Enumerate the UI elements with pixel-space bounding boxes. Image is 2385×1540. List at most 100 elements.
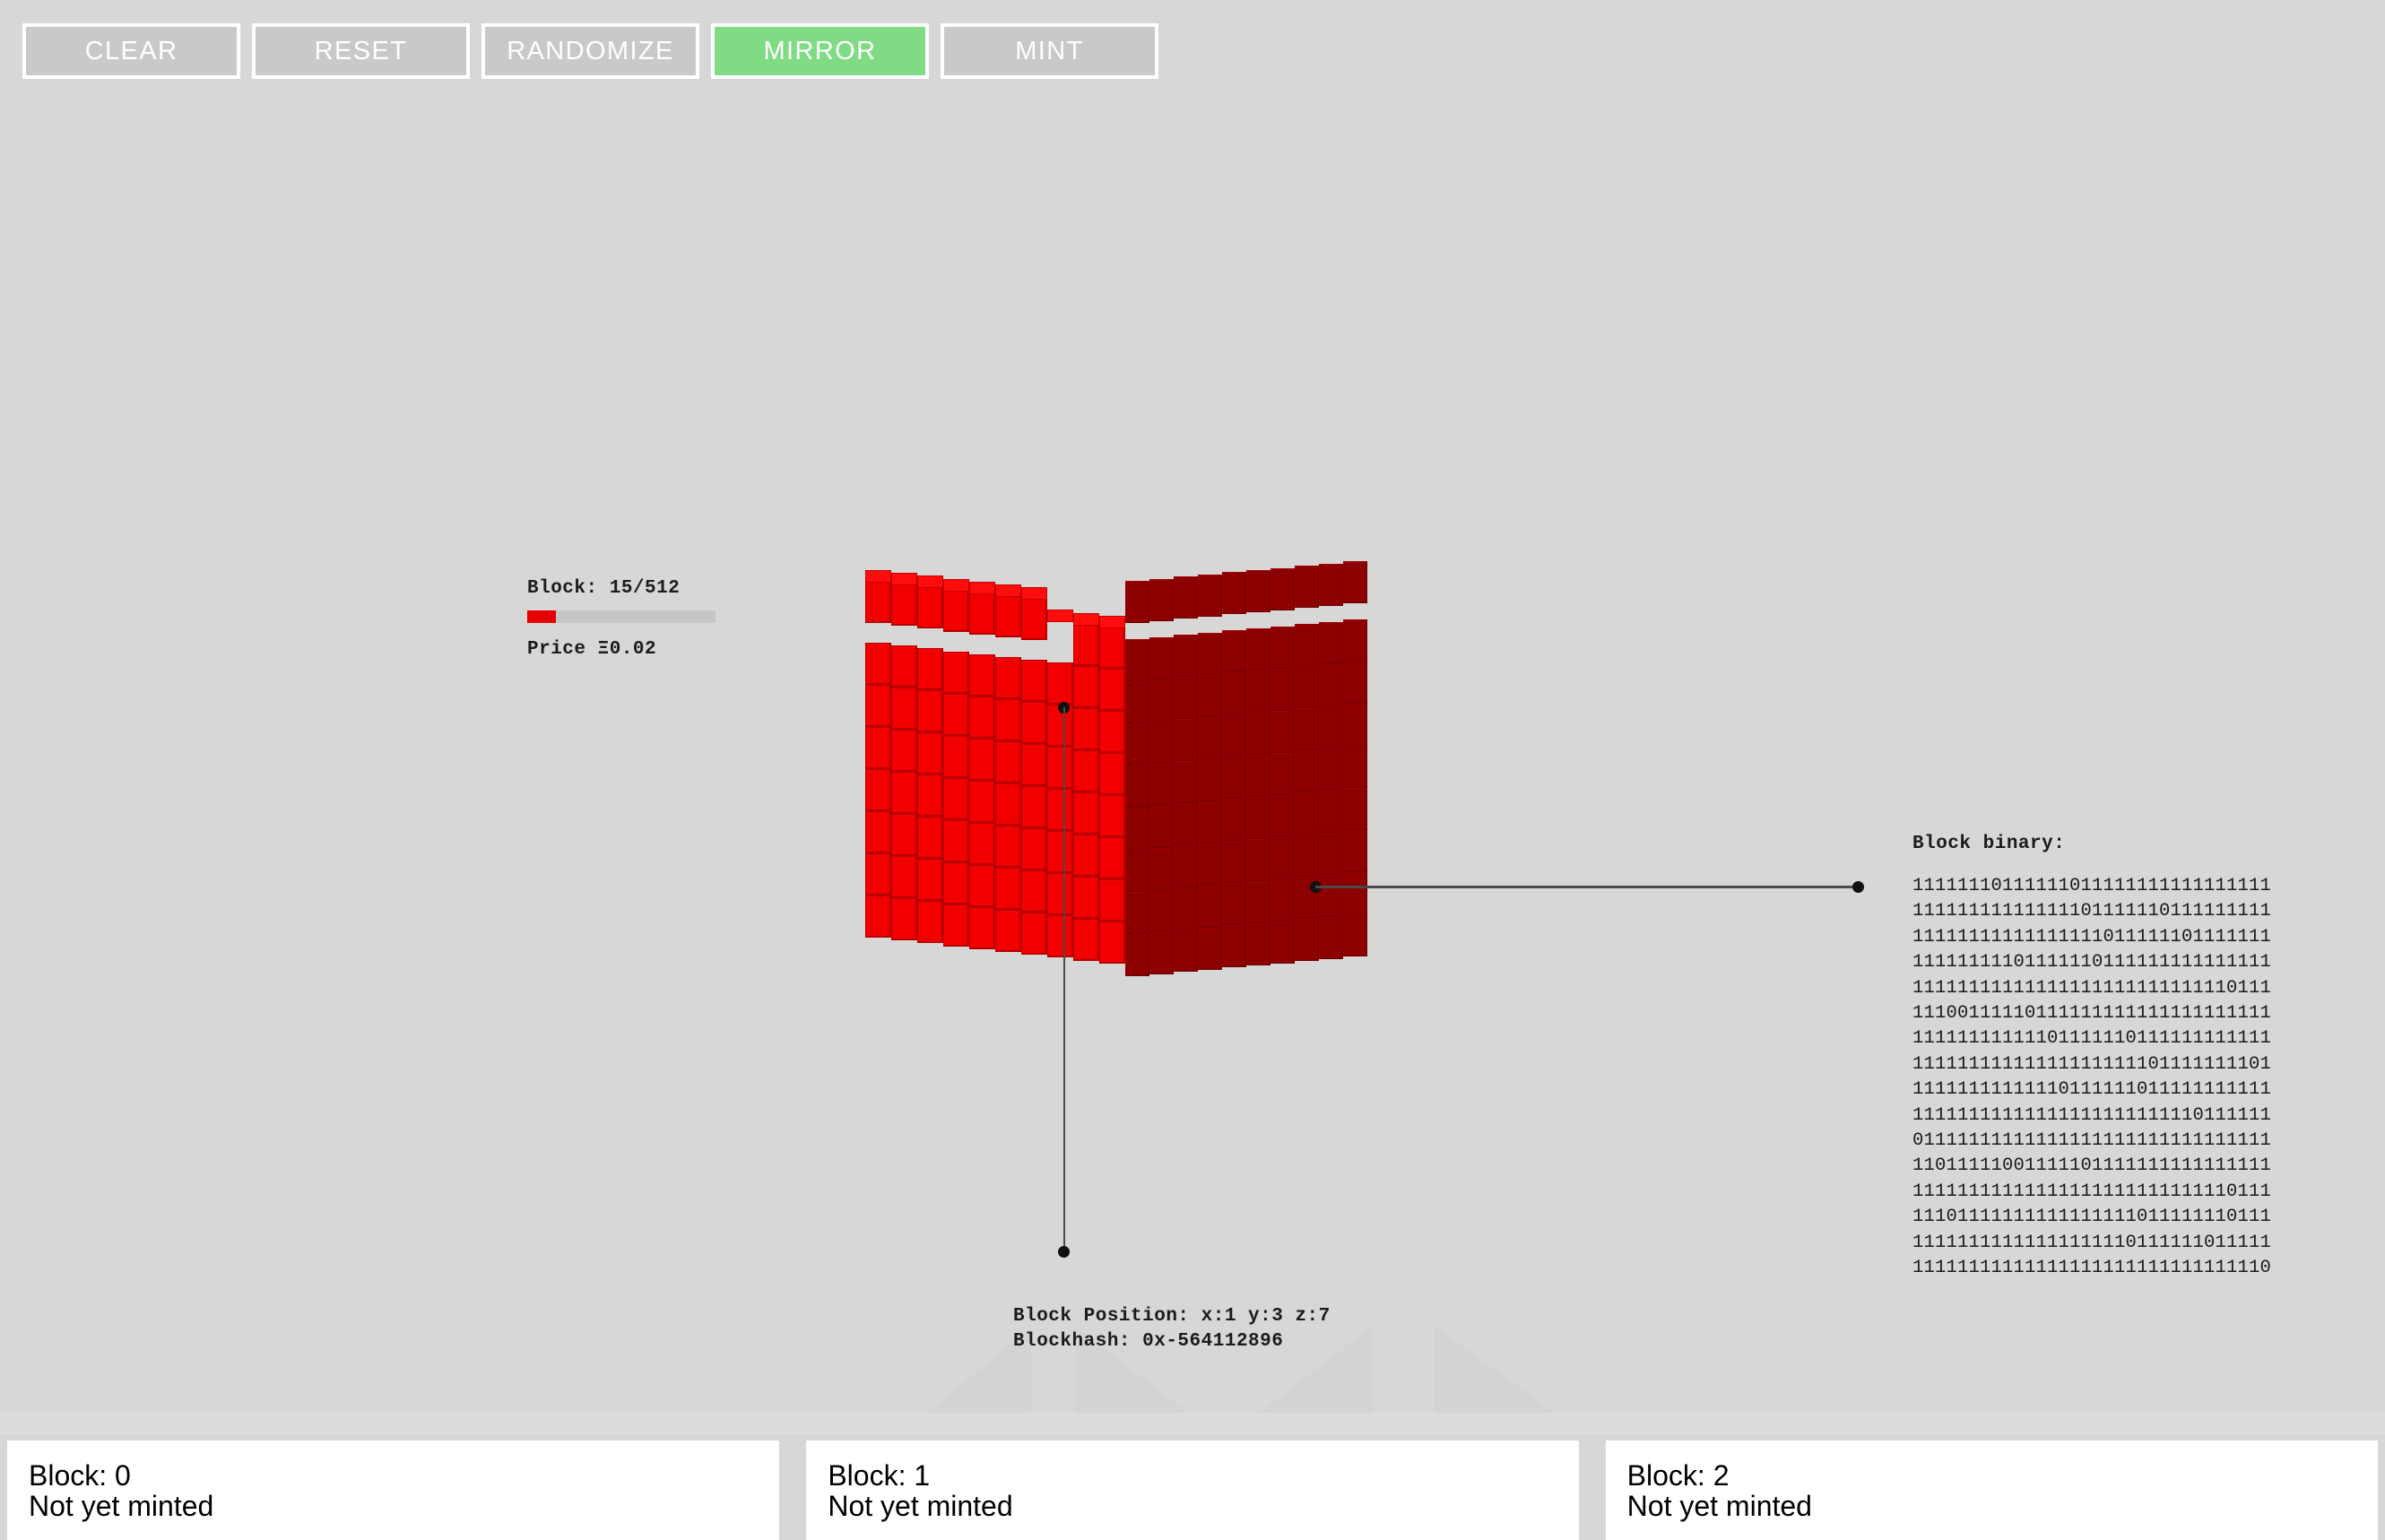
voxel-front[interactable] [917,586,943,629]
voxel-side[interactable] [1319,916,1343,959]
voxel-front[interactable] [943,735,969,778]
voxel-side[interactable] [1174,677,1198,720]
voxel-front[interactable] [865,769,891,811]
voxel-front[interactable] [943,777,969,820]
voxel-front[interactable] [995,657,1021,699]
voxel-side[interactable] [1271,710,1295,753]
voxel-side[interactable] [1319,563,1343,606]
voxel-front[interactable] [943,861,969,904]
voxel-side[interactable] [1149,636,1174,679]
voxel-front[interactable] [1099,626,1125,669]
voxel-side[interactable] [1343,704,1367,747]
voxel-side[interactable] [1174,930,1198,973]
voxel-side[interactable] [1343,788,1367,831]
voxel-front[interactable] [969,906,995,949]
voxel-side[interactable] [1222,925,1246,968]
voxel-front[interactable] [969,738,995,781]
voxel-front[interactable] [1073,918,1099,961]
voxel-front[interactable] [1047,747,1073,790]
voxel-side[interactable] [1125,934,1149,976]
voxel-side[interactable] [1246,671,1271,713]
voxel-front[interactable] [1021,660,1047,703]
voxel-side[interactable] [1149,889,1174,932]
voxel-side[interactable] [1319,874,1343,917]
voxel-front[interactable] [917,901,943,944]
voxel-front[interactable] [995,826,1021,868]
voxel-front[interactable] [943,693,969,736]
voxel-side[interactable] [1149,763,1174,806]
voxel-side[interactable] [1125,892,1149,934]
voxel-side[interactable] [1125,581,1149,623]
voxel-front[interactable] [969,864,995,907]
voxel-front[interactable] [917,774,943,818]
voxel-side[interactable] [1174,719,1198,762]
voxel-side[interactable] [1295,708,1319,751]
voxel-cube-canvas[interactable] [856,551,1547,1125]
voxel-side[interactable] [1246,570,1271,612]
block-card[interactable]: Block: 1 Not yet minted [806,1441,1579,1540]
voxel-front[interactable] [969,592,995,635]
voxel-front[interactable] [1021,828,1047,871]
voxel-side[interactable] [1246,713,1271,755]
voxel-front[interactable] [917,732,943,775]
voxel-front[interactable] [969,653,995,696]
voxel-front[interactable] [995,595,1021,637]
voxel-side[interactable] [1222,572,1246,615]
voxel-front[interactable] [1073,792,1099,835]
voxel-side[interactable] [1271,878,1295,921]
voxel-front[interactable] [1099,878,1125,921]
voxel-side[interactable] [1343,619,1367,662]
voxel-front[interactable] [917,817,943,860]
voxel-side[interactable] [1174,576,1198,619]
voxel-side[interactable] [1343,746,1367,789]
mint-button[interactable]: MINT [941,23,1158,79]
voxel-side[interactable] [1246,923,1271,965]
voxel-front[interactable] [891,688,917,731]
voxel-side[interactable] [1174,761,1198,804]
voxel-front[interactable] [1047,662,1073,705]
voxel-side[interactable] [1295,666,1319,709]
voxel-front[interactable] [917,690,943,733]
voxel-side[interactable] [1295,750,1319,793]
voxel-side[interactable] [1319,790,1343,833]
voxel-front[interactable] [1073,707,1099,750]
voxel-side[interactable] [1295,566,1319,609]
voxel-front[interactable] [1021,702,1047,745]
voxel-side[interactable] [1246,881,1271,923]
voxel-side[interactable] [1246,797,1271,839]
voxel-side[interactable] [1222,841,1246,884]
voxel-front[interactable] [891,584,917,627]
voxel-front[interactable] [1073,665,1099,708]
voxel-front[interactable] [969,780,995,823]
voxel-side[interactable] [1198,843,1222,886]
voxel-side[interactable] [1319,621,1343,664]
voxel-front[interactable] [865,853,891,895]
voxel-front[interactable] [891,898,917,941]
voxel-side[interactable] [1222,883,1246,926]
voxel-front[interactable] [865,895,891,938]
voxel-front[interactable] [943,819,969,862]
voxel-front[interactable] [865,643,891,685]
voxel-front[interactable] [1021,744,1047,787]
reset-button[interactable]: RESET [252,23,470,79]
voxel-front[interactable] [917,859,943,902]
voxel-front[interactable] [891,772,917,815]
voxel-side[interactable] [1198,632,1222,675]
mirror-button[interactable]: MIRROR [711,23,929,79]
block-card[interactable]: Block: 2 Not yet minted [1605,1441,2378,1540]
voxel-front[interactable] [995,868,1021,910]
voxel-side[interactable] [1125,850,1149,892]
voxel-side[interactable] [1198,885,1222,928]
voxel-side[interactable] [1174,887,1198,930]
voxel-front[interactable] [1099,794,1125,837]
voxel-side[interactable] [1319,705,1343,748]
voxel-side[interactable] [1271,836,1295,879]
voxel-side[interactable] [1222,799,1246,842]
voxel-side[interactable] [1149,805,1174,848]
voxel-front[interactable] [1047,915,1073,958]
voxel-side[interactable] [1125,766,1149,808]
voxel-front[interactable] [943,651,969,694]
voxel-front[interactable] [1099,921,1125,964]
voxel-side[interactable] [1222,714,1246,757]
voxel-front[interactable] [1021,913,1047,956]
